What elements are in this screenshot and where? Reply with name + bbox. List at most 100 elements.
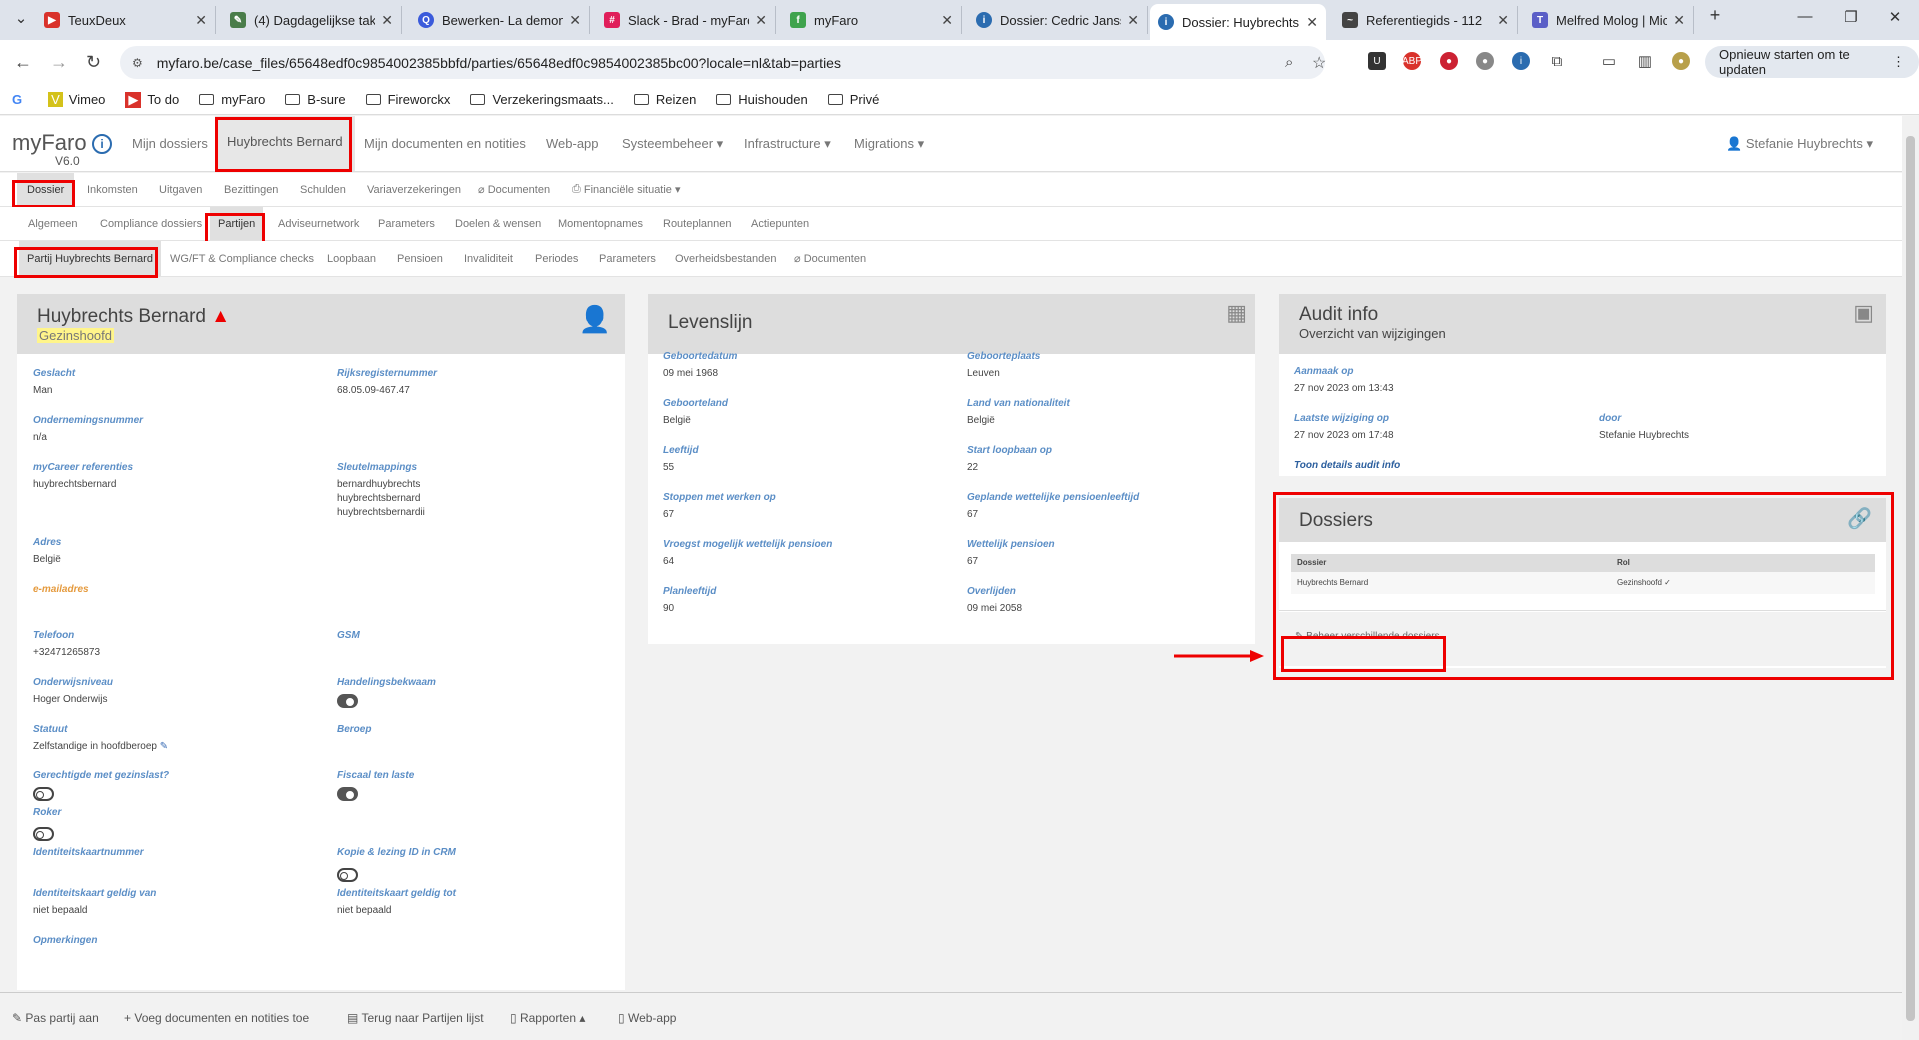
browser-tab-melfred[interactable]: T Melfred Molog | Mic ✕ (1524, 6, 1694, 34)
new-tab-icon[interactable]: + (1700, 5, 1730, 26)
browser-tab-dagdagelijkse[interactable]: ✎ (4) Dagdagelijkse tak ✕ (222, 6, 402, 34)
user-menu[interactable]: 👤 Stefanie Huybrechts ▾ (1726, 136, 1873, 152)
browser-tab-myfaro[interactable]: f myFaro ✕ (782, 6, 962, 34)
subnav-documenten[interactable]: ⌀ Documenten (478, 173, 550, 206)
restore-icon[interactable]: ❐ (1836, 8, 1866, 26)
subnav-parameters-partij[interactable]: Parameters (599, 241, 656, 276)
reload-icon[interactable]: ↻ (86, 52, 101, 73)
subnav-compliance-dossiers[interactable]: Compliance dossiers (100, 207, 202, 240)
bookmark-folder-reizen[interactable]: Reizen (633, 92, 696, 107)
tab-search-icon[interactable]: ⌄ (6, 9, 36, 27)
rapporten-button[interactable]: ▯ Rapporten ▴ (510, 1011, 585, 1025)
subnav-invaliditeit[interactable]: Invaliditeit (464, 241, 513, 276)
browser-tab-dossier-huybrechts[interactable]: i Dossier: Huybrechts ✕ (1150, 4, 1326, 40)
close-tab-icon[interactable]: ✕ (1127, 12, 1139, 29)
minimize-icon[interactable]: — (1790, 8, 1820, 25)
browser-tab-teuxdeux[interactable]: ▶ TeuxDeux ✕ (36, 6, 216, 34)
close-tab-icon[interactable]: ✕ (1673, 12, 1685, 29)
close-tab-icon[interactable]: ✕ (941, 12, 953, 29)
nav-migrations[interactable]: Migrations ▾ (854, 136, 924, 152)
bookmark-star-icon[interactable]: ☆ (1312, 53, 1326, 73)
page-scrollbar[interactable] (1902, 116, 1919, 1040)
subnav-pensioen[interactable]: Pensioen (397, 241, 443, 276)
close-tab-icon[interactable]: ✕ (1306, 14, 1318, 31)
nav-mijn-documenten[interactable]: Mijn documenten en notities (364, 136, 526, 151)
bookmark-todo[interactable]: ▶ To do (125, 91, 179, 108)
roker-toggle[interactable] (33, 827, 54, 841)
bookmark-folder-verzekering[interactable]: Verzekeringsmaats... (470, 92, 614, 107)
nav-mijn-dossiers[interactable]: Mijn dossiers (132, 136, 208, 151)
subnav-bezittingen[interactable]: Bezittingen (224, 173, 278, 206)
extension-icon[interactable]: U (1368, 52, 1386, 70)
brand-logo[interactable]: myFaro (12, 130, 87, 156)
extension-color-icon[interactable]: ● (1440, 52, 1458, 70)
subnav-parameters[interactable]: Parameters (378, 207, 435, 240)
adblock-icon[interactable]: ABP (1402, 52, 1422, 70)
bookmark-folder-prive[interactable]: Privé (827, 92, 879, 107)
subnav-schulden[interactable]: Schulden (300, 173, 346, 206)
browser-tab-referentiegids[interactable]: ~ Referentiegids - 112 ✕ (1334, 6, 1518, 34)
bookmark-folder-huishouden[interactable]: Huishouden (716, 92, 808, 107)
web-app-button[interactable]: ▯ Web-app (618, 1011, 676, 1025)
subnav-doelen-wensen[interactable]: Doelen & wensen (455, 207, 541, 240)
bookmark-folder-bsure[interactable]: B-sure (285, 92, 346, 107)
close-tab-icon[interactable]: ✕ (755, 12, 767, 29)
pas-partij-aan-button[interactable]: ✎ Pas partij aan (12, 1011, 99, 1025)
subnav-adviseurnetwork[interactable]: Adviseurnetwork (278, 207, 359, 240)
bookmark-google[interactable]: G (12, 92, 28, 107)
folder-icon (827, 94, 843, 105)
avatar[interactable]: ● (1672, 52, 1690, 70)
subnav-inkomsten[interactable]: Inkomsten (87, 173, 138, 206)
voeg-documenten-button[interactable]: + Voeg documenten en notities toe (124, 1011, 309, 1025)
subnav-variaverzekeringen[interactable]: Variaverzekeringen (367, 173, 461, 206)
browser-tab-dossier-cedric[interactable]: i Dossier: Cedric Janss ✕ (968, 6, 1148, 34)
address-bar[interactable]: ⚙ myfaro.be/case_files/65648edf0c9854002… (120, 46, 1326, 79)
subnav-wgft-compliance[interactable]: WG/FT & Compliance checks (170, 241, 314, 276)
cast-icon[interactable]: ▭ (1600, 52, 1618, 70)
close-window-icon[interactable]: ✕ (1880, 8, 1910, 26)
browser-tab-slack[interactable]: # Slack - Brad - myFaro ✕ (596, 6, 776, 34)
back-icon[interactable]: ← (14, 52, 32, 73)
bookmark-folder-fireworckx[interactable]: Fireworckx (365, 92, 450, 107)
subnav-uitgaven[interactable]: Uitgaven (159, 173, 202, 206)
site-settings-icon[interactable]: ⚙ (132, 56, 143, 70)
kopie-id-toggle[interactable] (337, 868, 358, 882)
forward-icon[interactable]: → (50, 52, 68, 73)
magic-wand-icon[interactable]: ✎ (160, 741, 168, 752)
warning-icon[interactable]: ▲ (211, 306, 230, 327)
subnav-periodes[interactable]: Periodes (535, 241, 578, 276)
puzzle-icon[interactable]: ⧉ (1548, 52, 1566, 70)
subnav-algemeen[interactable]: Algemeen (28, 207, 78, 240)
info-icon[interactable]: i (92, 134, 112, 154)
subnav-momentopnames[interactable]: Momentopnames (558, 207, 643, 240)
subnav-financiele-situatie[interactable]: ⎙ Financiële situatie ▾ (572, 173, 681, 206)
subnav-actiepunten[interactable]: Actiepunten (751, 207, 809, 240)
subnav-overheidsbestanden[interactable]: Overheidsbestanden (675, 241, 777, 276)
terug-partijen-button[interactable]: ▤ Terug naar Partijen lijst (347, 1011, 484, 1025)
handelingsbekwaam-toggle[interactable] (337, 694, 358, 708)
bookmark-folder-myfaro[interactable]: myFaro (199, 92, 265, 107)
subnav-routeplannen[interactable]: Routeplannen (663, 207, 732, 240)
scrollbar-thumb[interactable] (1906, 136, 1915, 1021)
sidepanel-icon[interactable]: ▥ (1636, 52, 1654, 70)
close-tab-icon[interactable]: ✕ (381, 12, 393, 29)
nav-web-app[interactable]: Web-app (546, 136, 599, 151)
vimeo-icon: V (48, 92, 63, 107)
close-tab-icon[interactable]: ✕ (569, 12, 581, 29)
browser-tab-bewerken[interactable]: Q Bewerken- La demons ✕ (410, 6, 590, 34)
gerechtigde-toggle[interactable] (33, 787, 54, 801)
subnav-loopbaan[interactable]: Loopbaan (327, 241, 376, 276)
zoom-icon[interactable]: ⌕ (1285, 54, 1293, 71)
info-extension-icon[interactable]: i (1512, 52, 1530, 70)
nav-infrastructure[interactable]: Infrastructure ▾ (744, 136, 831, 152)
bookmark-vimeo[interactable]: V Vimeo (48, 92, 105, 107)
toon-details-audit-link[interactable]: Toon details audit info (1294, 460, 1400, 471)
extension-grey-icon[interactable]: ● (1476, 52, 1494, 70)
fiscaal-toggle[interactable] (337, 787, 358, 801)
subnav-documenten-partij[interactable]: ⌀ Documenten (794, 241, 866, 276)
close-tab-icon[interactable]: ✕ (195, 12, 207, 29)
nav-systeembeheer[interactable]: Systeembeheer ▾ (622, 136, 723, 152)
close-tab-icon[interactable]: ✕ (1497, 12, 1509, 29)
more-menu-icon[interactable]: ⋮ (1892, 54, 1905, 70)
restart-update-button[interactable]: Opnieuw starten om te updaten ⋮ (1705, 46, 1919, 78)
